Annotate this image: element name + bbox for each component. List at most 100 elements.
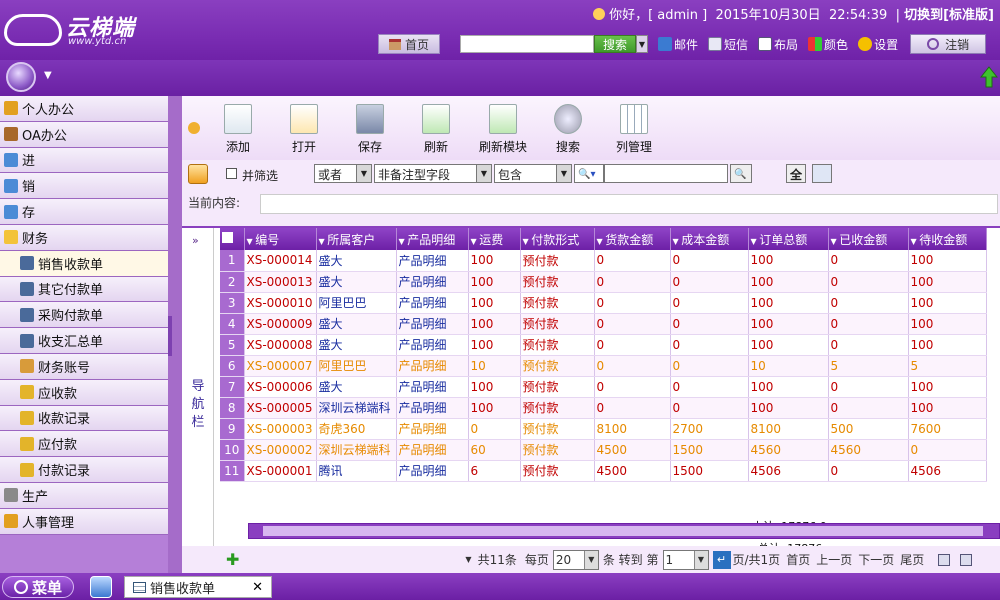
column-header[interactable]: ▼ 运费 xyxy=(468,228,521,250)
page-select[interactable]: 1 ▼ xyxy=(662,549,709,570)
sidebar-item[interactable]: 采购付款单 xyxy=(0,302,168,329)
save-button[interactable]: 保存 xyxy=(342,104,398,155)
first-page-link[interactable]: 首页 xyxy=(786,551,810,568)
logic-select[interactable]: 或者 ▼ xyxy=(314,164,372,183)
sidebar-item[interactable]: 销 xyxy=(0,173,168,200)
open-button[interactable]: 打开 xyxy=(276,104,332,155)
table-row[interactable]: 10 XS-000002 深圳云梯端科 产品明细 60 预付款 4500 1500 4560 45… xyxy=(220,439,987,461)
sidebar-item[interactable]: 应付款 xyxy=(0,431,168,458)
scrollbar-thumb[interactable] xyxy=(263,526,983,536)
column-header[interactable]: ▼ 成本金额 xyxy=(670,228,749,250)
chevron-down-icon[interactable]: ▼ xyxy=(44,70,52,81)
table-cell[interactable]: 深圳云梯端科 xyxy=(316,397,397,419)
nav-strip[interactable]: » 导航栏 xyxy=(182,228,214,548)
table-cell[interactable]: 盛大 xyxy=(316,376,397,398)
add-button[interactable]: 添加 xyxy=(210,104,266,155)
sidebar-item[interactable]: OA办公 xyxy=(0,121,168,148)
table-cell[interactable]: XS-000013 xyxy=(244,271,317,293)
column-header[interactable]: ▼ 所属客户 xyxy=(316,228,397,250)
sidebar-item[interactable]: 收支汇总单 xyxy=(0,328,168,354)
sidebar-item[interactable]: 存 xyxy=(0,199,168,225)
column-header[interactable]: ▼ 产品明细 xyxy=(396,228,469,250)
select-all-checkbox[interactable] xyxy=(220,228,245,250)
sidebar-item[interactable]: 应收款 xyxy=(0,379,168,406)
sidebar-item[interactable]: 个人办公 xyxy=(0,96,168,122)
save-filter-icon[interactable] xyxy=(812,164,832,183)
horizontal-scrollbar[interactable] xyxy=(248,523,1000,539)
column-header[interactable]: ▼ 待收金额 xyxy=(908,228,987,250)
menu-button[interactable]: 菜单 xyxy=(2,576,74,598)
column-header[interactable]: ▼ 货款金额 xyxy=(594,228,671,250)
table-cell[interactable]: XS-000006 xyxy=(244,376,317,398)
sidebar-item[interactable]: 销售收款单 xyxy=(0,250,168,277)
table-cell[interactable]: XS-000014 xyxy=(244,250,317,272)
refresh-button[interactable]: 刷新 xyxy=(408,104,464,155)
last-page-link[interactable]: 尾页 xyxy=(900,551,924,568)
sidebar-item[interactable]: 生产 xyxy=(0,482,168,509)
column-header[interactable]: ▼ 已收金额 xyxy=(828,228,909,250)
home-button[interactable]: 首页 xyxy=(378,34,440,54)
search-input[interactable] xyxy=(460,35,594,53)
color-link[interactable]: 颜色 xyxy=(808,36,848,53)
table-cell[interactable]: XS-000002 xyxy=(244,439,317,461)
table-cell[interactable]: 盛大 xyxy=(316,313,397,335)
table-cell[interactable]: 奇虎360 xyxy=(316,418,397,440)
sidebar-item[interactable]: 收款记录 xyxy=(0,405,168,432)
table-cell[interactable]: XS-000001 xyxy=(244,460,317,482)
table-cell[interactable]: XS-000010 xyxy=(244,292,317,314)
filter-value-input[interactable] xyxy=(604,164,728,183)
desktop-icon[interactable] xyxy=(90,576,112,598)
prev-page-link[interactable]: 上一页 xyxy=(816,551,852,568)
column-header[interactable]: ▼ 付款形式 xyxy=(520,228,595,250)
table-row[interactable]: 8 XS-000005 深圳云梯端科 产品明细 100 预付款 0 0 100 0 100 xyxy=(220,397,987,419)
table-cell[interactable]: 深圳云梯端科 xyxy=(316,439,397,461)
column-manage-button[interactable]: 列管理 xyxy=(606,104,662,155)
operator-select[interactable]: 包含 ▼ xyxy=(494,164,572,183)
table-row[interactable]: 7 XS-000006 盛大 产品明细 100 预付款 0 0 100 0 100 xyxy=(220,376,987,398)
table-cell[interactable]: 盛大 xyxy=(316,250,397,272)
mail-link[interactable]: 邮件 xyxy=(658,36,698,53)
collapse-up-icon[interactable] xyxy=(980,66,998,88)
sidebar-item[interactable]: 财务账号 xyxy=(0,353,168,380)
layout-toggle-icon[interactable] xyxy=(938,553,951,566)
table-row[interactable]: 5 XS-000008 盛大 产品明细 100 预付款 0 0 100 0 100 xyxy=(220,334,987,356)
switch-edition-link[interactable]: 切换到[标准版] xyxy=(904,8,994,23)
sidebar-item[interactable]: 财务 xyxy=(0,224,168,251)
filter-search-button[interactable]: 🔍 xyxy=(730,164,752,183)
table-cell[interactable]: 盛大 xyxy=(316,271,397,293)
sms-link[interactable]: 短信 xyxy=(708,36,748,53)
double-chevron-right-icon[interactable]: » xyxy=(192,234,199,247)
task-tab-sales-receipt[interactable]: 销售收款单 ✕ xyxy=(124,576,272,598)
settings-link[interactable]: 设置 xyxy=(858,36,898,53)
chevron-down-icon[interactable]: ▼ xyxy=(636,35,648,53)
table-cell[interactable]: XS-000007 xyxy=(244,355,317,377)
table-cell[interactable]: 阿里巴巴 xyxy=(316,292,397,314)
table-row[interactable]: 2 XS-000013 盛大 产品明细 100 预付款 0 0 100 0 100 xyxy=(220,271,987,293)
table-cell[interactable]: XS-000005 xyxy=(244,397,317,419)
table-cell[interactable]: XS-000008 xyxy=(244,334,317,356)
start-orb-icon[interactable] xyxy=(6,62,36,92)
search-button[interactable]: 搜索 xyxy=(594,35,636,53)
current-content-input[interactable] xyxy=(260,194,998,214)
table-row[interactable]: 4 XS-000009 盛大 产品明细 100 预付款 0 0 100 0 100 xyxy=(220,313,987,335)
refresh-module-button[interactable]: 刷新模块 xyxy=(468,104,538,155)
table-row[interactable]: 1 XS-000014 盛大 产品明细 100 预付款 0 0 100 0 100 xyxy=(220,250,987,272)
select-all-button[interactable]: 全 xyxy=(786,164,806,183)
add-row-icon[interactable]: ✚ xyxy=(226,550,239,569)
filter-settings-icon[interactable] xyxy=(188,164,208,184)
column-header[interactable]: ▼ 订单总额 xyxy=(748,228,829,250)
table-row[interactable]: 9 XS-000003 奇虎360 产品明细 0 预付款 8100 2700 8100 500 76… xyxy=(220,418,987,440)
table-cell[interactable]: 盛大 xyxy=(316,334,397,356)
table-row[interactable]: 3 XS-000010 阿里巴巴 产品明细 100 预付款 0 0 100 0 100 xyxy=(220,292,987,314)
table-row[interactable]: 11 XS-000001 腾讯 产品明细 6 预付款 4500 1500 4506 0 4506 xyxy=(220,460,987,482)
sidebar-splitter[interactable] xyxy=(168,96,182,573)
go-button[interactable]: ↵ xyxy=(712,550,731,569)
table-cell[interactable]: 腾讯 xyxy=(316,460,397,482)
search-toolbar-button[interactable]: 搜索 xyxy=(540,104,596,155)
sidebar-item[interactable]: 付款记录 xyxy=(0,457,168,483)
sidebar-item[interactable]: 其它付款单 xyxy=(0,276,168,303)
field-select[interactable]: 非备注型字段 ▼ xyxy=(374,164,492,183)
column-header[interactable]: ▼ 编号 xyxy=(244,228,317,250)
search-type-select[interactable]: 🔍▾ xyxy=(574,164,604,183)
close-icon[interactable]: ✕ xyxy=(252,580,263,595)
